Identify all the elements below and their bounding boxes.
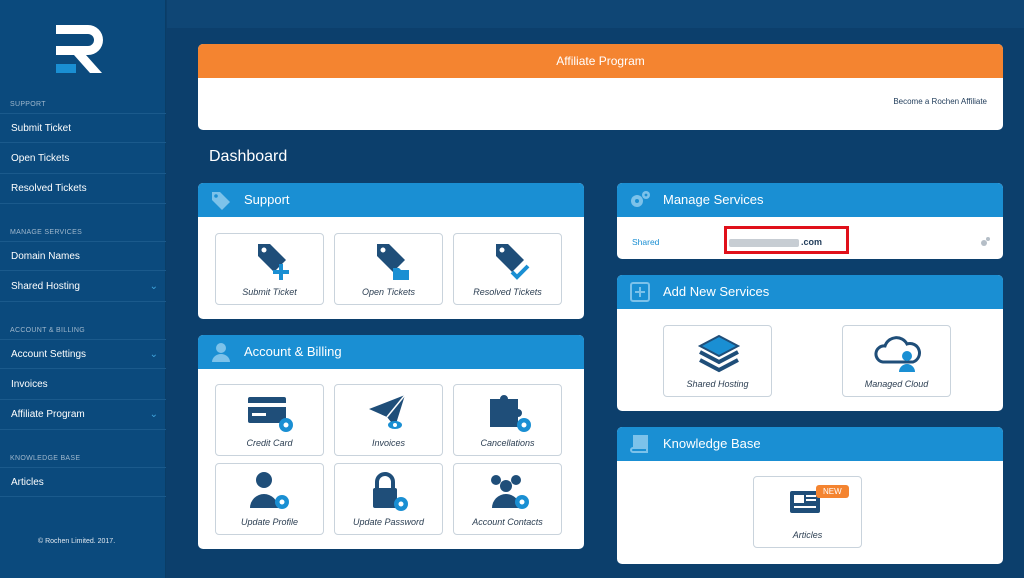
invoices-tile[interactable]: Invoices: [334, 384, 443, 456]
credit-card-icon: [248, 397, 293, 432]
cloud-user-icon: [874, 336, 921, 372]
billing-title: Account & Billing: [244, 344, 342, 359]
become-affiliate-link[interactable]: Become a Rochen Affiliate: [893, 97, 987, 106]
puzzle-icon: [490, 395, 531, 432]
affiliate-card: Affiliate Program Become a Rochen Affili…: [198, 44, 1003, 130]
add-services-header: Add New Services: [617, 275, 1003, 309]
user-icon: [212, 343, 230, 362]
chevron-down-icon: ⌄: [149, 349, 158, 360]
tile-label: Account Contacts: [472, 517, 543, 527]
server-stack-icon: [697, 334, 741, 373]
managed-cloud-tile[interactable]: Managed Cloud: [842, 325, 951, 397]
account-contacts-tile[interactable]: Account Contacts: [453, 463, 562, 535]
tile-label: Articles: [792, 530, 823, 540]
plus-square-icon: [630, 282, 650, 302]
add-services-card: Add New Services Shared Hosting Managed …: [617, 275, 1003, 411]
sidebar-item-label: Resolved Tickets: [11, 183, 87, 194]
sidebar-item-open-tickets[interactable]: Open Tickets: [0, 144, 166, 174]
shared-hosting-tile[interactable]: Shared Hosting: [663, 325, 772, 397]
sidebar-section-support: SUPPORT: [10, 101, 46, 108]
account-billing-card: Account & Billing Credit Card Invoices C…: [198, 335, 584, 549]
tile-label: Managed Cloud: [864, 379, 929, 389]
update-password-tile[interactable]: Update Password: [334, 463, 443, 535]
support-card: Support Submit Ticket Open Tickets Resol…: [198, 183, 584, 319]
lock-icon: [373, 472, 408, 511]
tile-label: Cancellations: [480, 438, 535, 448]
sidebar-item-label: Submit Ticket: [11, 123, 72, 134]
users-icon: [491, 475, 529, 509]
affiliate-title: Affiliate Program: [198, 44, 1003, 78]
user-gear-icon: [250, 472, 289, 509]
tile-label: Update Password: [352, 517, 425, 527]
chevron-down-icon: ⌄: [149, 281, 158, 292]
tile-label: Update Profile: [240, 517, 299, 527]
rochen-logo[interactable]: [56, 25, 106, 73]
credit-card-tile[interactable]: Credit Card: [215, 384, 324, 456]
sidebar-section-knowledge-base: KNOWLEDGE BASE: [10, 455, 81, 462]
tile-label: Invoices: [371, 438, 406, 448]
sidebar-item-articles[interactable]: Articles: [0, 467, 166, 497]
service-type: Shared: [632, 237, 660, 247]
copyright: © Rochen Limited. 2017.: [38, 538, 116, 545]
sidebar-item-label: Shared Hosting: [11, 281, 80, 292]
sidebar-section-manage-services: MANAGE SERVICES: [10, 229, 83, 236]
gear-icon[interactable]: [979, 236, 991, 248]
articles-tile[interactable]: NEW Articles: [753, 476, 862, 548]
sidebar-item-domain-names[interactable]: Domain Names: [0, 241, 166, 271]
knowledge-title: Knowledge Base: [663, 436, 761, 451]
paper-plane-icon: [369, 394, 406, 429]
add-services-title: Add New Services: [663, 284, 770, 299]
tag-check-icon: [496, 244, 530, 280]
knowledge-base-card: Knowledge Base NEW Articles: [617, 427, 1003, 564]
sidebar-item-label: Affiliate Program: [11, 409, 85, 420]
sidebar-item-account-settings[interactable]: Account Settings ⌄: [0, 339, 166, 369]
cancellations-tile[interactable]: Cancellations: [453, 384, 562, 456]
sidebar-item-shared-hosting[interactable]: Shared Hosting ⌄: [0, 272, 166, 302]
support-header: Support: [198, 183, 584, 217]
sidebar-item-resolved-tickets[interactable]: Resolved Tickets: [0, 174, 166, 204]
resolved-tickets-tile[interactable]: Resolved Tickets: [453, 233, 562, 305]
billing-header: Account & Billing: [198, 335, 584, 369]
sidebar-item-label: Invoices: [11, 379, 48, 390]
sidebar-item-submit-ticket[interactable]: Submit Ticket: [0, 113, 166, 143]
submit-ticket-tile[interactable]: Submit Ticket: [215, 233, 324, 305]
sidebar-item-label: Articles: [11, 477, 44, 488]
support-title: Support: [244, 192, 290, 207]
tag-plus-icon: [258, 244, 289, 280]
highlight-box: [724, 226, 849, 254]
sidebar-item-affiliate-program[interactable]: Affiliate Program ⌄: [0, 400, 166, 430]
tag-folder-icon: [377, 244, 409, 280]
tag-icon: [212, 192, 230, 210]
tile-label: Open Tickets: [362, 287, 415, 297]
service-row[interactable]: Shared .com: [617, 217, 1003, 259]
manage-services-title: Manage Services: [663, 192, 764, 207]
sidebar-item-label: Domain Names: [11, 251, 80, 262]
tile-label: Credit Card: [246, 438, 293, 448]
gears-icon: [631, 191, 650, 207]
open-tickets-tile[interactable]: Open Tickets: [334, 233, 443, 305]
sidebar-item-label: Open Tickets: [11, 153, 70, 164]
update-profile-tile[interactable]: Update Profile: [215, 463, 324, 535]
top-bar: [167, 0, 1024, 28]
tile-label: Resolved Tickets: [473, 287, 542, 297]
knowledge-header: Knowledge Base: [617, 427, 1003, 461]
book-icon: [630, 435, 648, 453]
page-title: Dashboard: [209, 148, 288, 165]
sidebar-section-account-billing: ACCOUNT & BILLING: [10, 327, 85, 334]
sidebar-item-label: Account Settings: [11, 349, 87, 360]
tile-label: Shared Hosting: [686, 379, 749, 389]
new-badge: NEW: [816, 485, 849, 498]
manage-services-card: Manage Services Shared .com: [617, 183, 1003, 259]
chevron-down-icon: ⌄: [149, 409, 158, 420]
sidebar-item-invoices[interactable]: Invoices: [0, 370, 166, 400]
tile-label: Submit Ticket: [242, 287, 297, 297]
sidebar: SUPPORT Submit Ticket Open Tickets Resol…: [0, 0, 166, 578]
manage-services-header: Manage Services: [617, 183, 1003, 217]
